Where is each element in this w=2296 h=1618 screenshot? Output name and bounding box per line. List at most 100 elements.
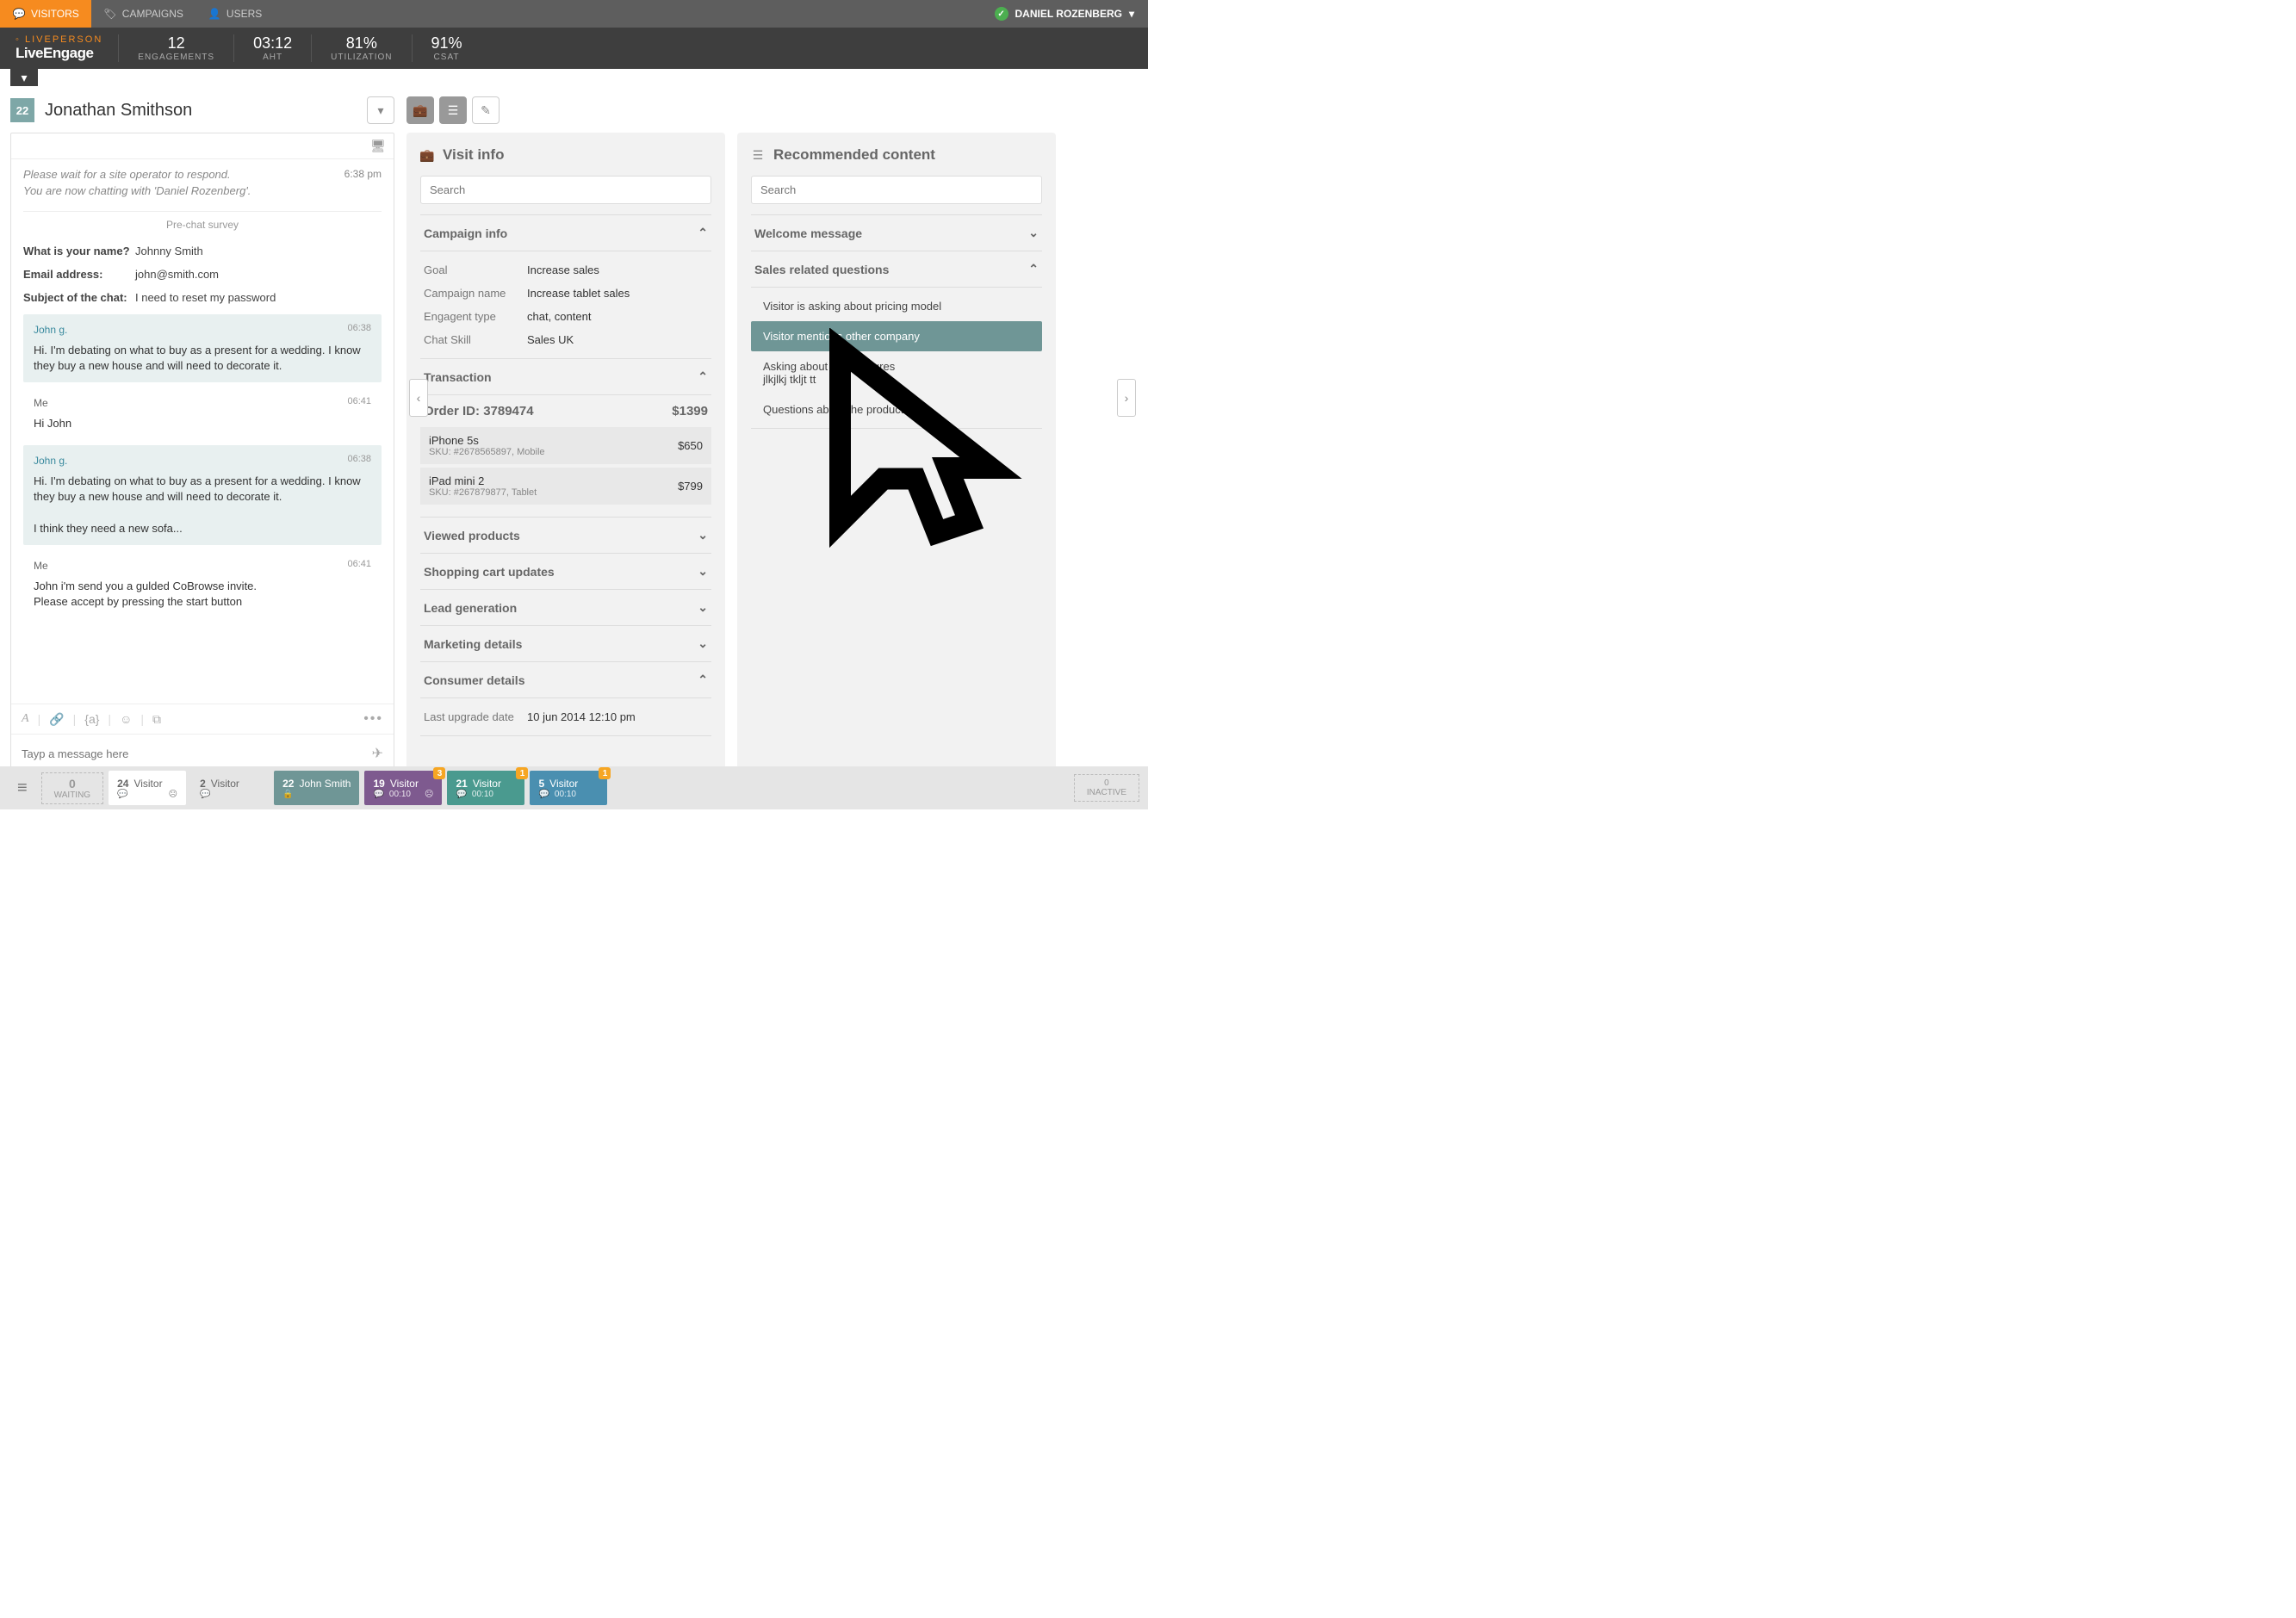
tag-icon: 🏷: [103, 7, 117, 21]
session-tab[interactable]: 24Visitor💬☹: [109, 771, 186, 805]
next-arrow[interactable]: ›: [1117, 379, 1136, 417]
tab-campaigns[interactable]: 🏷CAMPAIGNS: [91, 0, 195, 28]
kv-row: Engagent typechat, content: [424, 305, 708, 328]
chevron-down-icon: ▾: [377, 103, 383, 118]
waiting-counter: 0WAITING: [41, 772, 103, 804]
session-tab[interactable]: 5Visitor💬00:101: [530, 771, 607, 805]
chevron-up-icon: ⌃: [698, 369, 708, 384]
chevron-down-icon: ▾: [1129, 8, 1134, 20]
kv-row: Last upgrade date10 jun 2014 12:10 pm: [424, 705, 708, 728]
chat-message: John g.06:38Hi. I'm debating on what to …: [23, 314, 382, 382]
acc-marketing-details[interactable]: Marketing details⌄: [420, 626, 711, 662]
prev-arrow[interactable]: ‹: [409, 379, 428, 417]
visitor-number-badge: 22: [10, 98, 34, 122]
chat-icon: 💬: [456, 790, 466, 799]
chevron-down-icon: ⌄: [698, 636, 708, 651]
screen-icon[interactable]: ⧉: [152, 712, 161, 727]
kv-row: GoalIncrease sales: [424, 258, 708, 282]
visit-search-input[interactable]: [420, 176, 711, 204]
rec-item[interactable]: Visitor mentions other company: [751, 321, 1042, 351]
chat-transcript[interactable]: 6:38 pmPlease wait for a site operator t…: [11, 159, 394, 704]
system-message: Please wait for a site operator to respo…: [23, 168, 382, 181]
pager-dots[interactable]: •••: [363, 711, 383, 727]
lock-icon: 🔒: [282, 790, 293, 799]
compose-toolbar: A| 🔗| {a}| ☺| ⧉ •••: [11, 704, 394, 734]
bottom-bar: ≡ 0WAITING 24Visitor💬☹2Visitor💬22John Sm…: [0, 766, 1148, 809]
chat-icon: 💬: [200, 790, 210, 799]
chevron-up-icon: ⌃: [698, 226, 708, 240]
monitor-icon: 🖥: [371, 139, 385, 153]
acc-lead-generation[interactable]: Lead generation⌄: [420, 590, 711, 626]
edit-icon: ✎: [481, 103, 491, 118]
edit-button[interactable]: ✎: [472, 96, 500, 124]
chevron-down-icon: ⌄: [698, 600, 708, 615]
cursor-icon: [765, 328, 1023, 592]
kv-row: Chat SkillSales UK: [424, 328, 708, 351]
send-icon[interactable]: ✈: [372, 745, 383, 762]
briefcase-button[interactable]: 💼: [406, 96, 434, 124]
unread-badge: 1: [599, 767, 611, 779]
briefcase-icon: 💼: [420, 148, 434, 162]
chat-message: Me06:41Hi John: [23, 387, 382, 440]
line-item: iPad mini 2SKU: #267879877, Tablet$799: [420, 468, 711, 505]
metric: 91%CSAT: [412, 34, 481, 62]
logo: ◦ LIVEPERSON LiveEngage: [0, 34, 118, 62]
visit-info-panel: 💼Visit info Campaign info⌃ GoalIncrease …: [406, 133, 725, 773]
rec-item[interactable]: Visitor is asking about pricing model: [751, 291, 1042, 321]
message-input[interactable]: [22, 747, 372, 760]
chat-message: Me06:41John i'm send you a gulded CoBrow…: [23, 550, 382, 618]
chat-icon: 💬: [538, 790, 549, 799]
metrics-bar: ◦ LIVEPERSON LiveEngage 12ENGAGEMENTS03:…: [0, 28, 1148, 69]
tab-visitors[interactable]: 💬VISITORS: [0, 0, 91, 28]
session-tab[interactable]: 19Visitor💬00:10☹3: [364, 771, 442, 805]
acc-campaign-info[interactable]: Campaign info⌃: [420, 215, 711, 251]
inactive-counter: 0INACTIVE: [1074, 774, 1139, 802]
chat-options-button[interactable]: ▾: [367, 96, 394, 124]
rec-group-welcome-message[interactable]: Welcome message⌄: [751, 215, 1042, 251]
chevron-down-icon: ⌄: [698, 564, 708, 579]
line-item: iPhone 5sSKU: #2678565897, Mobile$650: [420, 427, 711, 464]
rec-group-sales-related-questions[interactable]: Sales related questions⌃: [751, 251, 1042, 288]
chat-message: John g.06:38Hi. I'm debating on what to …: [23, 445, 382, 545]
session-tab[interactable]: 21Visitor💬00:101: [447, 771, 524, 805]
expand-toggle[interactable]: ▾: [10, 69, 38, 86]
top-nav: 💬VISITORS 🏷CAMPAIGNS 👤USERS ✓ DANIEL ROZ…: [0, 0, 1148, 28]
rec-search-input[interactable]: [751, 176, 1042, 204]
visitor-name: Jonathan Smithson: [45, 101, 357, 121]
library-icon: ☰: [448, 103, 459, 118]
session-tab[interactable]: 2Visitor💬: [191, 771, 269, 805]
survey-row: Subject of the chat:I need to reset my p…: [23, 291, 382, 304]
library-button[interactable]: ☰: [439, 96, 467, 124]
kv-row: Campaign nameIncrease tablet sales: [424, 282, 708, 305]
survey-row: Email address:john@smith.com: [23, 268, 382, 281]
metric: 81%UTILIZATION: [311, 34, 411, 62]
chevron-up-icon: ⌃: [698, 673, 708, 687]
survey-row: What is your name?Johnny Smith: [23, 245, 382, 257]
chat-icon: 💬: [12, 7, 26, 21]
chevron-icon: ⌃: [1028, 262, 1039, 276]
italic-icon[interactable]: A: [22, 712, 29, 726]
prechat-divider: Pre-chat survey: [23, 211, 382, 231]
unread-badge: 3: [433, 767, 445, 779]
recommended-panel: ☰Recommended content Welcome message⌄Sal…: [737, 133, 1056, 773]
user-icon: 👤: [208, 7, 221, 21]
emoji-icon[interactable]: ☺: [120, 712, 132, 726]
system-message: You are now chatting with 'Daniel Rozenb…: [23, 184, 382, 197]
acc-consumer-details[interactable]: Consumer details⌃: [420, 662, 711, 698]
acc-shopping-cart-updates[interactable]: Shopping cart updates⌄: [420, 554, 711, 590]
macro-icon[interactable]: {a}: [84, 712, 99, 726]
acc-transaction[interactable]: Transaction⌃: [420, 359, 711, 395]
metric: 12ENGAGEMENTS: [118, 34, 233, 62]
system-time: 6:38 pm: [344, 168, 382, 180]
chevron-icon: ⌄: [1028, 226, 1039, 240]
briefcase-icon: 💼: [413, 103, 427, 118]
sad-face-icon: ☹: [169, 790, 177, 799]
user-menu[interactable]: ✓ DANIEL ROZENBERG ▾: [981, 7, 1148, 21]
session-tab[interactable]: 22John Smith🔒: [274, 771, 359, 805]
chat-icon: 💬: [117, 790, 127, 799]
link-icon[interactable]: 🔗: [49, 712, 64, 727]
chevron-down-icon: ⌄: [698, 528, 708, 542]
menu-icon[interactable]: ≡: [9, 778, 36, 798]
tab-users[interactable]: 👤USERS: [195, 0, 274, 28]
acc-viewed-products[interactable]: Viewed products⌄: [420, 518, 711, 554]
